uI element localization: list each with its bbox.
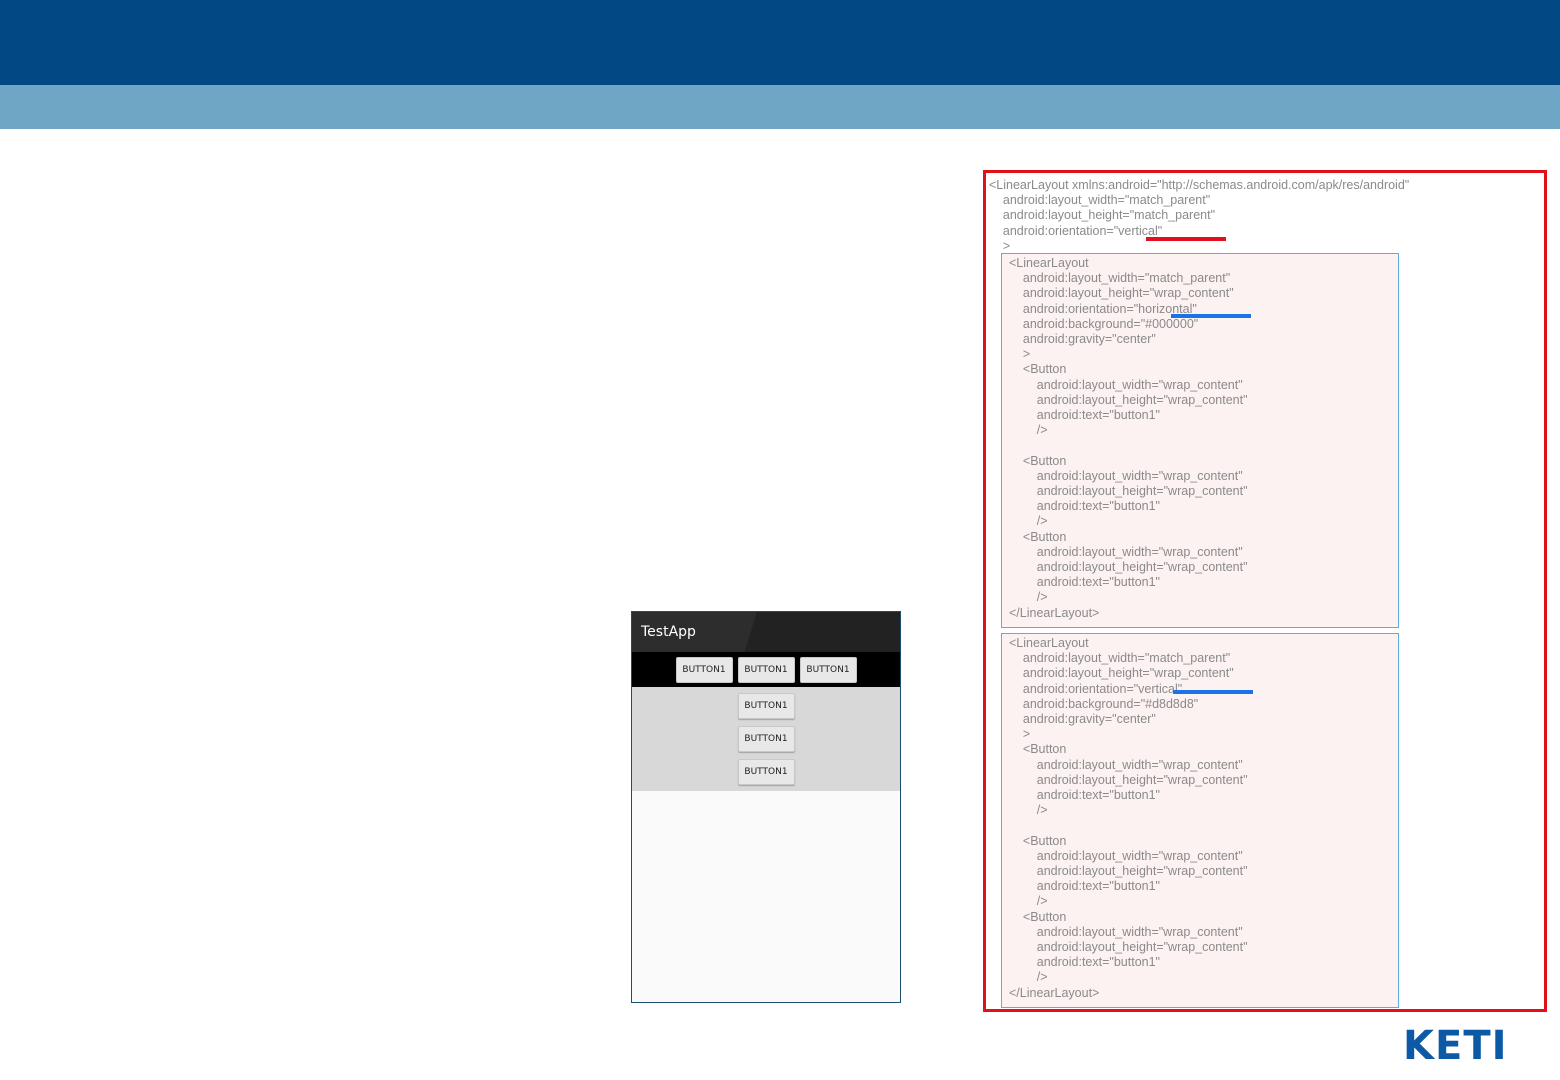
code-line: android:layout_height="wrap_content" [1009, 484, 1248, 498]
code-line: android:gravity="center" [1009, 332, 1156, 346]
orientation-vertical-underline-2 [1173, 690, 1253, 694]
code-line: /> [1009, 590, 1048, 605]
code-line: /> [1009, 970, 1048, 985]
code-line: /> [1009, 803, 1048, 818]
code-line: <Button [1009, 742, 1067, 757]
code-line: > [1009, 347, 1031, 362]
app-title: TestApp [641, 624, 696, 640]
vertical-layout: BUTTON1 BUTTON1 BUTTON1 [632, 687, 900, 791]
code-line: <Button [1009, 529, 1067, 544]
code-line: android:layout_width="wrap_content" [1009, 544, 1243, 559]
orientation-horizontal-underline [1171, 314, 1251, 318]
code-line: android:layout_width="match_parent" [1009, 271, 1231, 286]
code-line: <Button [1009, 833, 1067, 848]
code-line: android:layout_width="wrap_content" [1009, 377, 1243, 392]
code-line: android:text="button1" [1009, 499, 1160, 514]
code-line: android:text="button1" [1009, 879, 1160, 894]
code-line: android:layout_height="wrap_content" [1009, 940, 1248, 954]
code-line: android:text="button1" [1009, 955, 1160, 970]
code-line: android:orientation="horizontal" [1009, 301, 1197, 316]
code-line: <LinearLayout xmlns:android="http://sche… [989, 178, 1410, 192]
code-line: android:layout_height="wrap_content" [1009, 560, 1248, 574]
code-line: </LinearLayout> [1009, 605, 1100, 620]
vertical-button-2[interactable]: BUTTON1 [737, 726, 795, 752]
code-line: /> [1009, 514, 1048, 529]
code-line: android:orientation="vertical" [989, 223, 1163, 238]
code-line: android:layout_height="wrap_content" [1009, 864, 1248, 878]
code-line: android:text="button1" [1009, 575, 1160, 590]
code-line: android:layout_height="wrap_content" [1009, 666, 1234, 681]
code-line: /> [1009, 894, 1048, 909]
code-line: <LinearLayout [1009, 256, 1089, 270]
code-line: android:layout_width="match_parent" [1009, 651, 1231, 666]
code-line: android:layout_width="match_parent" [989, 193, 1211, 208]
keti-logo: KETI [1403, 1023, 1513, 1069]
code-line: </LinearLayout> [1009, 985, 1100, 1000]
orientation-vertical-underline [1146, 237, 1226, 241]
code-line: android:layout_width="wrap_content" [1009, 757, 1243, 772]
code-line: android:gravity="center" [1009, 712, 1156, 726]
horizontal-button-2[interactable]: BUTTON1 [737, 656, 795, 683]
subheader-band [0, 85, 1560, 129]
horizontal-button-3[interactable]: BUTTON1 [799, 656, 857, 683]
code-line: android:layout_height="wrap_content" [1009, 392, 1248, 407]
horizontal-button-1[interactable]: BUTTON1 [675, 656, 733, 683]
code-line: /> [1009, 423, 1048, 438]
code-line: android:layout_height="wrap_content" [1009, 772, 1248, 787]
app-preview: TestApp BUTTON1 BUTTON1 BUTTON1 BUTTON1 … [631, 611, 901, 1003]
code-line: android:text="button1" [1009, 788, 1160, 802]
code-line: android:layout_height="match_parent" [989, 208, 1216, 223]
code-line: android:orientation="vertical" [1009, 681, 1183, 696]
code-line: android:layout_width="wrap_content" [1009, 924, 1243, 939]
code-line: android:layout_width="wrap_content" [1009, 468, 1243, 483]
vertical-button-1[interactable]: BUTTON1 [737, 693, 795, 719]
code-line: android:layout_height="wrap_content" [1009, 286, 1234, 301]
code-line: <LinearLayout [1009, 636, 1089, 650]
code-line: > [989, 238, 1011, 253]
logo-text: KETI [1403, 1023, 1508, 1069]
code-line: android:background="#000000" [1009, 316, 1199, 331]
vertical-button-3[interactable]: BUTTON1 [737, 759, 795, 785]
horizontal-layout: BUTTON1 BUTTON1 BUTTON1 [632, 652, 900, 687]
xml-code-panel: <LinearLayout xmlns:android="http://sche… [983, 170, 1547, 1012]
code-line: <Button [1009, 909, 1067, 924]
code-line: android:background="#d8d8d8" [1009, 696, 1199, 711]
header-band [0, 0, 1560, 85]
code-line: > [1009, 727, 1031, 742]
code-line: <Button [1009, 362, 1067, 377]
code-line: android:text="button1" [1009, 408, 1160, 422]
action-bar: TestApp [632, 612, 900, 652]
code-line: <Button [1009, 453, 1067, 468]
code-line: android:layout_width="wrap_content" [1009, 848, 1243, 863]
